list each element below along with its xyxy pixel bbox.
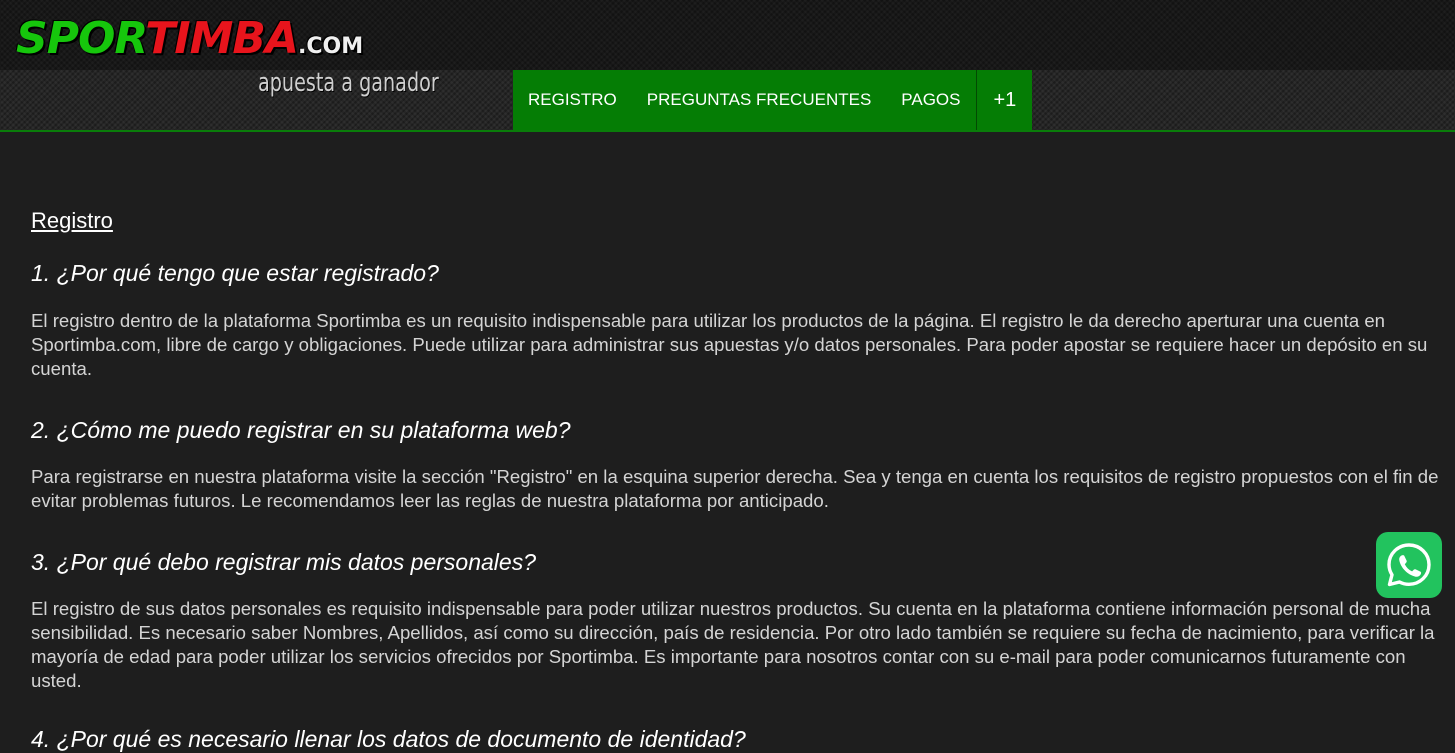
faq-question: 4. ¿Por qué es necesario llenar los dato… [31,726,746,752]
section-title: Registro [31,208,113,233]
logo-sport-text: SPOR [16,13,146,64]
logo-wordmark: SPORTIMBA.COM [16,14,363,72]
main-nav: REGISTRO PREGUNTAS FRECUENTES PAGOS +1 [513,70,1033,130]
whatsapp-button[interactable] [1376,532,1442,598]
nav-more-button[interactable]: +1 [975,70,1033,130]
faq-question: 3. ¿Por qué debo registrar mis datos per… [31,549,536,575]
nav-item-registro[interactable]: REGISTRO [513,70,632,130]
site-logo[interactable]: SPORTIMBA.COM apuesta a ganador [16,14,446,109]
logo-timba-text: TIMBA [145,13,299,64]
faq-answer: Para registrarse en nuestra plataforma v… [31,466,1439,511]
faq-question: 2. ¿Cómo me puedo registrar en su plataf… [31,417,571,443]
nav-item-preguntas-frecuentes[interactable]: PREGUNTAS FRECUENTES [632,70,887,130]
logo-tagline: apuesta a ganador [258,68,439,98]
site-header: SPORTIMBA.COM apuesta a ganador REGISTRO… [0,0,1455,132]
faq-question: 1. ¿Por qué tengo que estar registrado? [31,260,439,286]
nav-item-pagos[interactable]: PAGOS [886,70,975,130]
whatsapp-icon [1387,543,1431,587]
faq-answer: El registro de sus datos personales es r… [31,598,1435,691]
faq-answer: El registro dentro de la plataforma Spor… [31,310,1428,379]
logo-com-text: .COM [298,34,364,59]
